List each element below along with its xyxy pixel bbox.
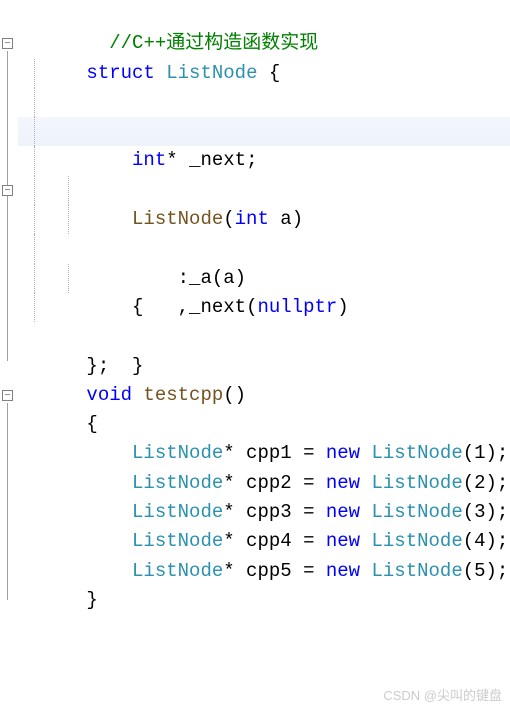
code-line[interactable]: struct ListNode { [18, 29, 510, 58]
fold-line [7, 51, 8, 361]
code-line[interactable]: void testcpp() [18, 352, 510, 381]
code-line[interactable]: { [18, 381, 510, 410]
code-line[interactable]: ListNode* cpp1 = new ListNode(1); [18, 410, 510, 439]
code-line[interactable]: ListNode* cpp3 = new ListNode(3); [18, 469, 510, 498]
fold-line [7, 403, 8, 600]
watermark: CSDN @尖叫的键盘 [383, 681, 502, 710]
code-line[interactable]: ListNode* cpp5 = new ListNode(5); [18, 527, 510, 556]
code-area[interactable]: //C++通过构造函数实现 struct ListNode { int _a; … [18, 0, 510, 586]
code-line[interactable]: { [18, 234, 510, 263]
fold-toggle[interactable]: − [2, 185, 13, 196]
code-line[interactable]: ,_next(nullptr) [18, 205, 510, 234]
code-line[interactable]: }; [18, 322, 510, 351]
code-line[interactable]: int _a; [18, 59, 510, 88]
brace-close: } [86, 589, 97, 611]
code-line[interactable]: int* _next; [18, 88, 510, 117]
code-line[interactable]: ListNode(int a) [18, 146, 510, 175]
code-line[interactable]: } [18, 293, 510, 322]
fold-toggle[interactable]: − [2, 38, 13, 49]
code-line[interactable] [18, 264, 510, 293]
code-editor[interactable]: − − − //C++通过构造函数实现 struct ListNode { in… [0, 0, 510, 716]
code-line[interactable]: :_a(a) [18, 176, 510, 205]
code-line[interactable]: } [18, 557, 510, 586]
fold-toggle[interactable]: − [2, 390, 13, 401]
code-line-active[interactable] [18, 117, 510, 146]
code-line[interactable]: ListNode* cpp2 = new ListNode(2); [18, 439, 510, 468]
code-line[interactable]: //C++通过构造函数实现 [18, 0, 510, 29]
code-line[interactable]: ListNode* cpp4 = new ListNode(4); [18, 498, 510, 527]
fold-gutter: − − − [0, 0, 18, 716]
